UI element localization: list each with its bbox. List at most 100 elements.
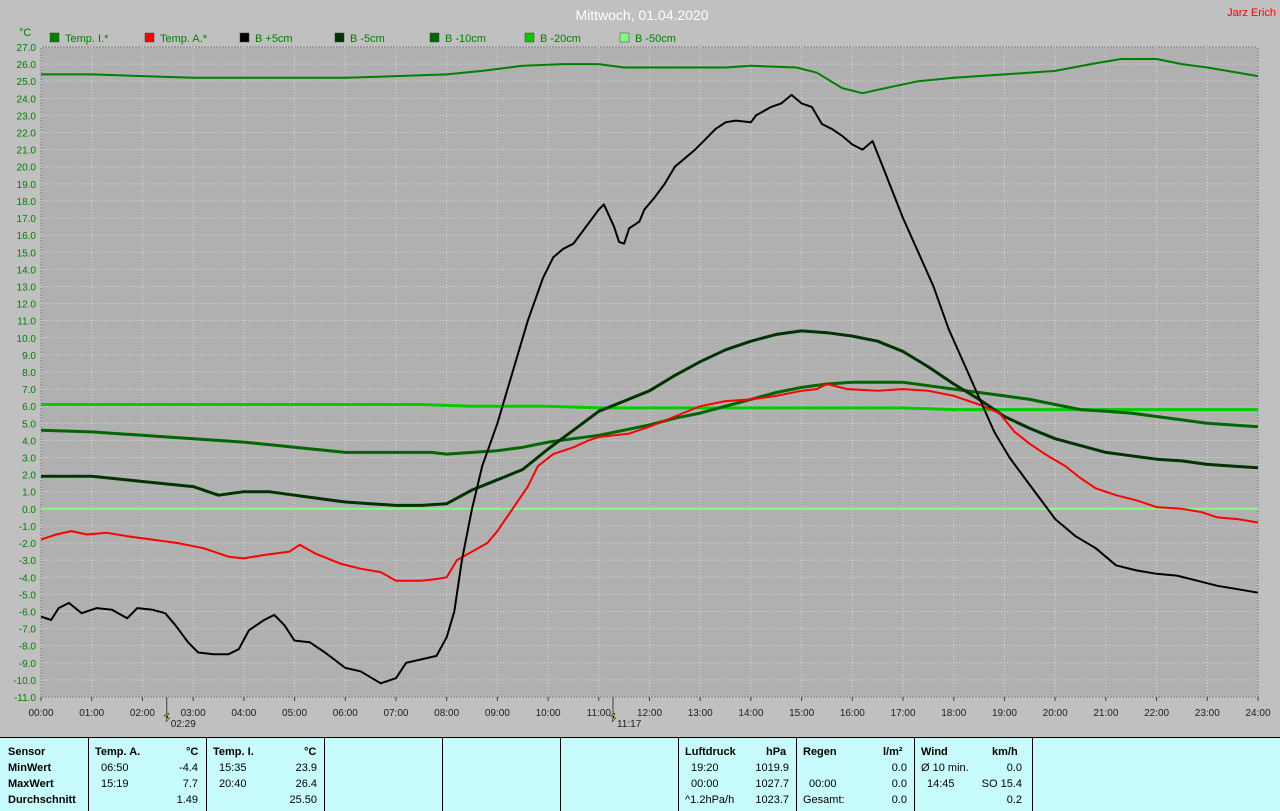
x-tick-label: 07:00 — [383, 708, 408, 719]
y-tick-label: 25.0 — [17, 77, 37, 88]
y-tick-label: 11.0 — [17, 317, 36, 328]
temp-i-max-time: 20:40 — [219, 778, 247, 790]
y-tick-label: 2.0 — [22, 471, 36, 482]
y-tick-label: -4.0 — [19, 573, 37, 584]
wind-current-value: 0.0 — [1006, 762, 1022, 774]
wind-max-time: 14:45 — [927, 778, 955, 790]
y-axis-unit: °C — [19, 27, 31, 39]
wind-avg-label: Ø 10 min. — [921, 762, 969, 774]
x-tick-label: 21:00 — [1093, 708, 1118, 719]
rain-max-time: 00:00 — [809, 778, 837, 790]
y-tick-label: 4.0 — [22, 436, 36, 447]
legend-swatch — [619, 32, 630, 43]
pressure-header: Luftdruck — [685, 746, 736, 758]
temp-i-unit: °C — [304, 746, 317, 758]
temp-a-avg-value: 1.49 — [176, 794, 198, 806]
x-tick-label: 08:00 — [434, 708, 459, 719]
x-tick-label: 15:00 — [789, 708, 814, 719]
rain-total-value: 0.0 — [891, 794, 907, 806]
table-divider — [560, 738, 561, 811]
author-label: Jarz Erich — [1227, 7, 1276, 19]
x-tick-label: 05:00 — [282, 708, 307, 719]
x-tick-label: 00:00 — [28, 708, 53, 719]
x-tick-label: 11:00 — [587, 708, 612, 719]
x-tick-label: 18:00 — [941, 708, 966, 719]
y-tick-label: -3.0 — [19, 556, 37, 567]
x-tick-label: 02:00 — [130, 708, 155, 719]
sensor-header: Sensor — [8, 746, 46, 758]
y-tick-label: 16.0 — [17, 231, 37, 242]
y-tick-label: 9.0 — [22, 351, 36, 362]
y-tick-label: 26.0 — [17, 60, 37, 71]
y-tick-label: 12.0 — [17, 300, 37, 311]
temp-a-unit: °C — [186, 746, 199, 758]
y-tick-label: 3.0 — [22, 454, 36, 465]
event-marker-label: 02:29 — [171, 719, 196, 730]
x-tick-label: 22:00 — [1144, 708, 1169, 719]
temp-a-max-value: 7.7 — [182, 778, 198, 790]
pressure-min-time: 19:20 — [691, 762, 719, 774]
x-tick-label: 24:00 — [1245, 708, 1270, 719]
temp-i-min-time: 15:35 — [219, 762, 247, 774]
y-tick-label: 14.0 — [17, 265, 37, 276]
legend-label: Temp. A.* — [160, 33, 208, 45]
x-tick-label: 09:00 — [485, 708, 510, 719]
y-tick-label: 0.0 — [22, 505, 36, 516]
y-tick-label: 13.0 — [17, 282, 37, 293]
y-tick-label: 5.0 — [22, 419, 36, 430]
x-tick-label: 20:00 — [1043, 708, 1068, 719]
x-tick-label: 17:00 — [891, 708, 916, 719]
y-tick-label: 17.0 — [17, 214, 37, 225]
y-tick-label: 19.0 — [17, 180, 37, 191]
temp-a-min-value: -4.4 — [179, 762, 198, 774]
x-tick-label: 23:00 — [1195, 708, 1220, 719]
y-tick-label: 8.0 — [22, 368, 36, 379]
wind-max-value: SO 15.4 — [981, 778, 1022, 790]
row-label-avg: Durchschnitt — [8, 794, 76, 806]
wind-avg-value: 0.2 — [1006, 794, 1022, 806]
x-tick-label: 13:00 — [688, 708, 713, 719]
pressure-max-time: 00:00 — [691, 778, 719, 790]
table-divider — [442, 738, 443, 811]
pressure-unit: hPa — [766, 746, 787, 758]
rain-total-label: Gesamt: — [803, 794, 845, 806]
table-divider — [206, 738, 207, 811]
x-tick-label: 01:00 — [79, 708, 104, 719]
y-tick-label: 22.0 — [17, 129, 37, 140]
legend-label: B -10cm — [445, 33, 486, 45]
y-tick-label: 23.0 — [17, 111, 37, 122]
pressure-avg-value: 1023.7 — [755, 794, 789, 806]
x-tick-label: 10:00 — [536, 708, 561, 719]
table-divider — [678, 738, 679, 811]
x-tick-label: 16:00 — [840, 708, 865, 719]
y-tick-label: 1.0 — [22, 488, 36, 499]
legend-label: B -20cm — [540, 33, 581, 45]
x-tick-label: 14:00 — [738, 708, 763, 719]
chart-title: Mittwoch, 01.04.2020 — [575, 7, 708, 23]
y-tick-label: -10.0 — [13, 676, 36, 687]
y-tick-label: -8.0 — [19, 642, 37, 653]
y-tick-label: 10.0 — [17, 334, 37, 345]
y-tick-label: 7.0 — [22, 385, 36, 396]
legend-swatch — [334, 32, 345, 43]
legend-swatch — [144, 32, 155, 43]
y-tick-label: 21.0 — [17, 146, 37, 157]
legend-swatch — [239, 32, 250, 43]
table-divider — [1032, 738, 1033, 811]
y-tick-label: 15.0 — [17, 248, 37, 259]
pressure-trend: ^1.2hPa/h — [685, 794, 735, 806]
rain-min-value: 0.0 — [891, 762, 907, 774]
legend-label: B +5cm — [255, 33, 293, 45]
y-tick-label: -7.0 — [19, 625, 37, 636]
table-divider — [324, 738, 325, 811]
legend-label: B -50cm — [635, 33, 676, 45]
rain-header: Regen — [803, 746, 837, 758]
temp-a-header: Temp. A. — [95, 746, 141, 758]
temp-a-max-time: 15:19 — [101, 778, 129, 790]
wind-header: Wind — [921, 746, 948, 758]
row-label-max: MaxWert — [8, 778, 54, 790]
pressure-max-value: 1027.7 — [755, 778, 789, 790]
legend-swatch — [49, 32, 60, 43]
legend-swatch — [524, 32, 535, 43]
x-tick-label: 03:00 — [181, 708, 206, 719]
